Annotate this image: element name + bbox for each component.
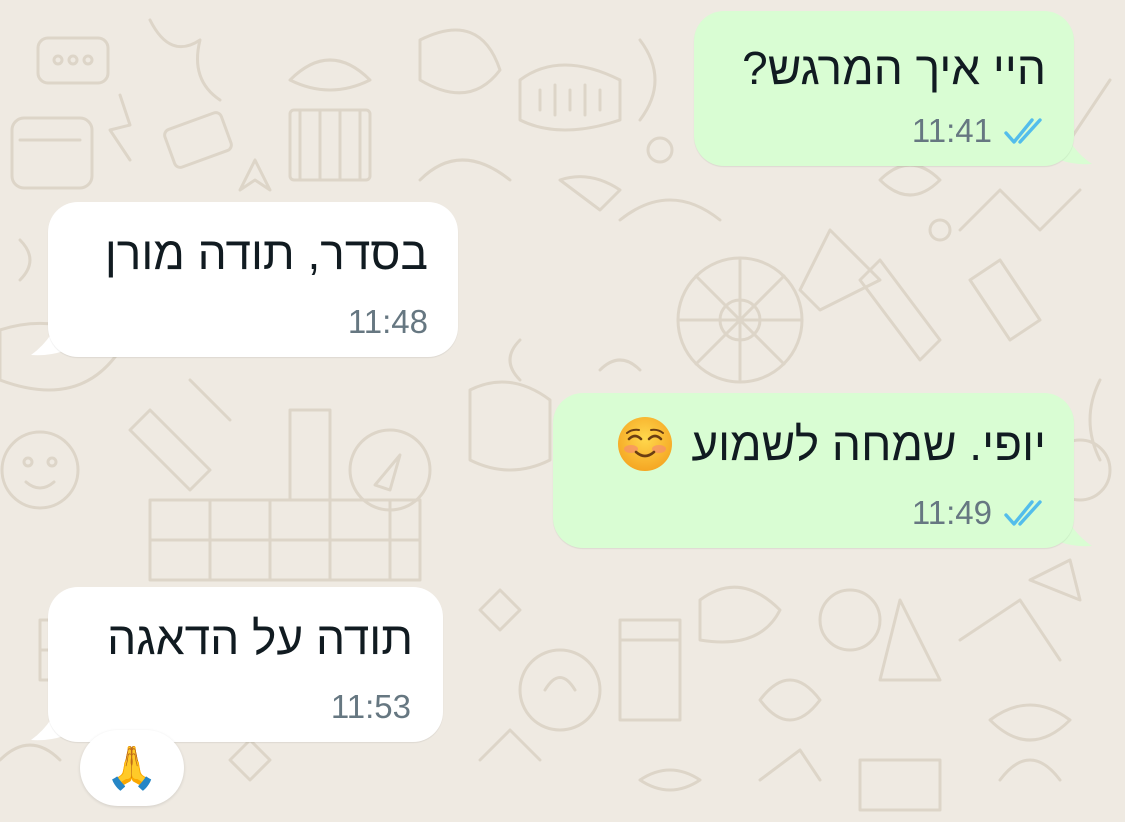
message-time: 11:49 <box>911 494 992 531</box>
message-meta: 11:53 <box>331 690 411 723</box>
message-time: 11:41 <box>911 112 992 149</box>
message-meta: 11:48 <box>348 305 428 338</box>
message-bubble-outgoing[interactable]: יופי. שמחה לשמוע 11:49 <box>553 393 1074 548</box>
message-time: 11:48 <box>347 303 428 340</box>
message-text: יופי. שמחה לשמוע <box>617 416 1046 472</box>
message-bubble-incoming[interactable]: בסדר, תודה מורן 11:48 <box>48 202 458 357</box>
message-meta: 11:41 <box>912 114 1048 147</box>
double-check-icon <box>1004 117 1042 144</box>
reaction-emoji: 🙏 <box>105 744 159 791</box>
message-text-content: יופי. שמחה לשמוע <box>691 418 1046 470</box>
message-text: בסדר, תודה מורן <box>104 227 428 279</box>
message-time: 11:53 <box>330 688 411 725</box>
message-text: תודה על הדאגה <box>107 612 413 664</box>
smiling-face-icon <box>618 417 673 471</box>
double-check-icon <box>1004 499 1042 526</box>
message-bubble-outgoing[interactable]: היי איך המרגש? 11:41 <box>694 11 1074 166</box>
message-bubble-incoming[interactable]: תודה על הדאגה 11:53 <box>48 587 443 742</box>
message-text: היי איך המרגש? <box>742 42 1046 94</box>
message-meta: 11:49 <box>912 496 1048 529</box>
message-reaction[interactable]: 🙏 <box>80 730 184 806</box>
